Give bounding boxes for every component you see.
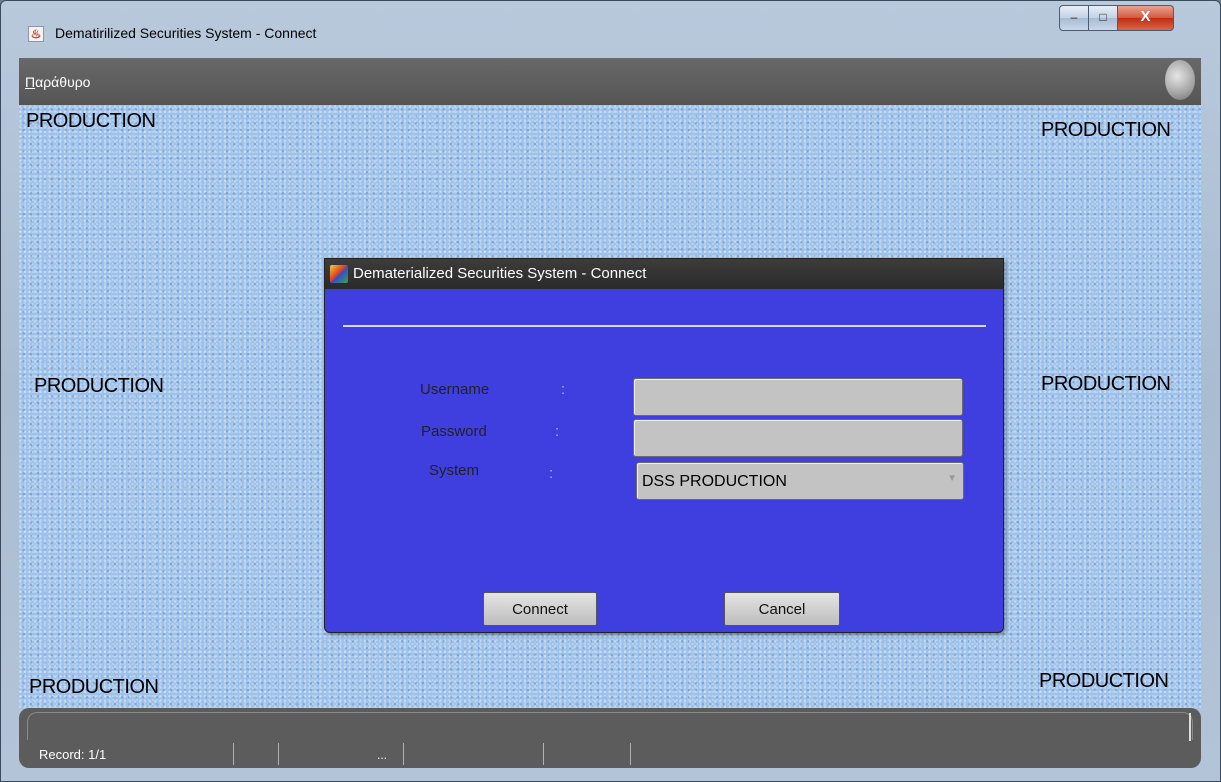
window-title: Dematirilized Securities System - Connec… <box>55 25 317 41</box>
status-track-end <box>1189 713 1191 741</box>
system-colon: : <box>549 465 554 482</box>
system-select[interactable]: DSS PRODUCTION ▼ <box>636 462 964 500</box>
menu-item-window-accesskey: Π <box>25 74 36 90</box>
record-counter: Record: 1/1 <box>39 747 107 762</box>
menu-item-window[interactable]: Παράθυρο <box>25 74 90 90</box>
production-label-top-left: PRODUCTION <box>26 110 156 132</box>
oracle-face-logo-icon <box>1165 60 1195 100</box>
username-label: Username <box>420 381 490 398</box>
dialog-titlebar[interactable]: Dematerialized Securities System - Conne… <box>325 259 1003 289</box>
dialog-title: Dematerialized Securities System - Conne… <box>353 265 647 282</box>
username-input[interactable] <box>633 378 963 416</box>
connect-button[interactable]: Connect <box>483 592 597 626</box>
maximize-button[interactable]: □ <box>1088 5 1118 31</box>
production-label-top-right: PRODUCTION <box>1041 119 1171 141</box>
production-label-middle-left: PRODUCTION <box>34 375 164 397</box>
java-icon[interactable]: ♨ <box>28 26 44 42</box>
production-label-bottom-right: PRODUCTION <box>1039 670 1169 692</box>
forms-app-icon <box>330 265 348 283</box>
status-ellipsis: ... <box>377 748 388 762</box>
close-button[interactable]: X <box>1117 5 1174 31</box>
production-label-bottom-left: PRODUCTION <box>29 676 159 698</box>
connect-dialog: Dematerialized Securities System - Conne… <box>324 258 1004 633</box>
status-cell <box>234 743 279 765</box>
password-input[interactable] <box>633 419 963 457</box>
application-window: ♨ Dematirilized Securities System - Conn… <box>0 0 1221 782</box>
status-cell <box>544 743 631 765</box>
status-bar: Record: 1/1 ... <box>19 708 1201 768</box>
password-label: Password <box>421 423 487 440</box>
minimize-button[interactable]: – <box>1059 5 1089 31</box>
dialog-divider <box>343 325 986 327</box>
system-label: System <box>429 462 480 479</box>
status-cell <box>404 743 544 765</box>
status-message-area <box>27 712 1193 740</box>
menu-bar: Παράθυρο <box>19 58 1201 105</box>
window-titlebar[interactable]: ♨ Dematirilized Securities System - Conn… <box>1 1 1220 57</box>
cancel-button[interactable]: Cancel <box>724 592 840 626</box>
chevron-down-icon[interactable]: ▼ <box>947 473 957 484</box>
production-label-middle-right: PRODUCTION <box>1041 373 1171 395</box>
menu-item-window-label: αράθυρο <box>35 74 91 90</box>
system-select-value: DSS PRODUCTION <box>642 473 787 490</box>
password-colon: : <box>555 423 560 440</box>
username-colon: : <box>561 381 566 398</box>
